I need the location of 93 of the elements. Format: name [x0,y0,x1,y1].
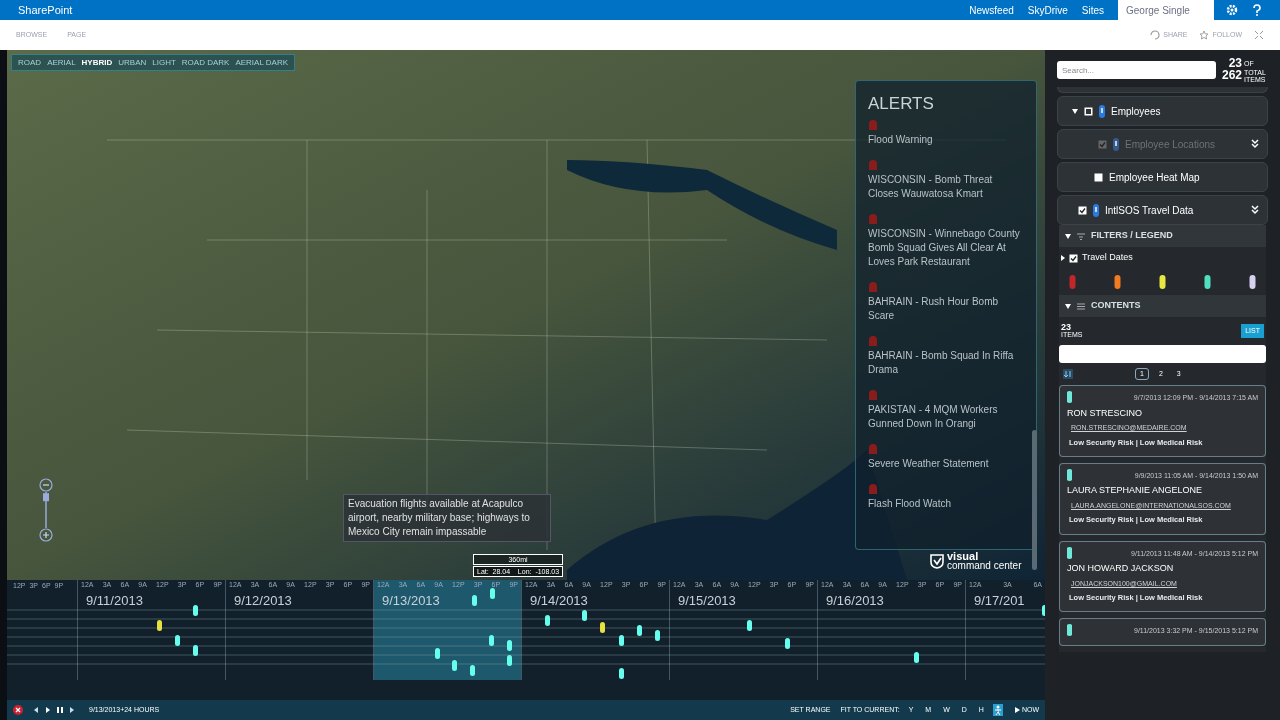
layer-row[interactable]: Employee Heat Map [1057,162,1268,192]
checkbox[interactable] [1084,106,1093,116]
date-label: 9/16/2013 [826,591,884,610]
layer-row[interactable]: Employees [1057,96,1268,126]
next-icon[interactable] [69,706,75,714]
pause-icon[interactable] [57,706,63,714]
traveler-name: LAURA STEPHANIE ANGELONE [1067,484,1204,498]
list-icon [1077,302,1085,310]
alert-icon [868,158,878,171]
caret-icon[interactable] [1061,255,1065,261]
alert-icon [868,280,878,293]
date-label: 9/12/2013 [234,591,292,610]
zoom-slider[interactable] [39,478,53,542]
filter-label: Travel Dates [1082,251,1133,265]
focus-icon[interactable] [1254,30,1264,40]
map-style-button[interactable]: AERIAL DARK [235,56,288,69]
map-style-button[interactable]: ROAD [18,56,42,69]
map-style-button[interactable]: URBAN [118,56,147,69]
traveler-name: RON STRESCINO [1067,406,1143,420]
person-pin-icon [1067,391,1072,403]
filter-icon [1077,232,1085,240]
alert-icon [868,212,878,225]
caret-icon[interactable] [1065,233,1071,239]
date-label: 9/14/2013 [530,591,588,610]
map-placeholder[interactable] [7,50,1045,580]
person-pin-icon [1067,546,1072,559]
legend-pin-icon [1159,275,1166,289]
alert-title[interactable]: BAHRAIN - Bomb Squad In Riffa Drama [868,348,1024,377]
layer-label: IntlSOS Travel Data [1105,203,1195,218]
date-label: 9/15/2013 [678,591,736,610]
previous-icon[interactable] [33,706,39,714]
item-count: 23 [1227,57,1242,69]
alerts-title: ALERTS [868,93,935,115]
alert-icon [868,388,878,401]
caret-icon[interactable] [1072,108,1078,114]
legend-pin-icon [1069,275,1076,289]
layer-label: Employee Heat Map [1109,170,1201,185]
layer-row[interactable]: IntlSOS Travel Data [1057,195,1268,225]
legend-pin-icon [1114,275,1121,289]
filter-field[interactable] [1059,345,1266,363]
brand-name[interactable]: SharePoint [18,1,73,19]
traveler-name: JON HOWARD JACKSON [1067,562,1175,575]
alert-title[interactable]: Flood Warning [868,132,1024,147]
play-icon [1014,707,1020,713]
logo-text: visual [947,552,979,561]
person-pin-icon [1067,624,1072,637]
map-style-button[interactable]: ROAD DARK [181,56,230,69]
nav-link[interactable]: Newsfeed [969,2,1014,18]
checkbox[interactable] [1094,172,1103,182]
chevron-icon[interactable] [1251,205,1259,215]
legend-pin-icon [1249,275,1256,289]
alert-icon [868,442,878,455]
alert-title[interactable]: WISCONSIN - Winnebago County Bomb Squad Gives All Clear At Loves Park Restaurant [868,226,1024,269]
map-style-button[interactable]: LIGHT [152,56,176,69]
logo-text: command center [947,561,1022,570]
date-label: 9/13/2013 [382,591,440,610]
alert-title[interactable]: WISCONSIN - Bomb Threat Closes Wauwatosa Kmart [868,172,1024,201]
sort-icon[interactable] [1063,369,1073,379]
person-icon[interactable] [992,704,1003,716]
shield-logo-icon [929,553,945,569]
settings-icon[interactable] [1226,4,1238,16]
map-style-button[interactable]: HYBRID [81,56,113,69]
map-tooltip: Evacuation flights available at Acapulco airport, nearby military base; highways to Mexico City remain impassable [343,494,551,542]
date-label: 9/11/2013 [86,591,143,610]
person-pin-icon [1067,468,1072,481]
alert-title[interactable]: PAKISTAN - 4 MQM Workers Gunned Down In Orangi [868,402,1024,431]
alert-title[interactable]: Severe Weather Statement [868,456,1024,471]
date-label: 9/17/201 [974,591,1025,610]
alert-title[interactable]: Flash Flood Watch [868,496,1024,511]
star-icon [1199,30,1210,40]
alert-icon [868,334,878,347]
play-icon[interactable] [45,706,51,714]
share-icon [1150,30,1161,40]
item-count: 23 [1061,323,1072,331]
legend-pin-icon [1204,275,1211,289]
layer-label: Employee Locations [1125,137,1217,152]
user-menu[interactable]: George Single [1118,0,1214,20]
map-style-button[interactable]: AERIAL [47,56,76,69]
nav-link[interactable]: Sites [1081,2,1104,18]
alert-icon [868,118,878,131]
checkbox[interactable] [1078,205,1087,215]
scrollbar[interactable] [1032,430,1037,570]
layer-label: Employees [1111,104,1162,119]
total-count: 262 [1221,70,1242,81]
section-title[interactable]: CONTENTS [1091,299,1141,313]
nav-link[interactable]: SkyDrive [1027,2,1068,18]
caret-icon[interactable] [1065,303,1071,309]
search-field[interactable]: Search... [1057,61,1216,79]
alert-title[interactable]: BAHRAIN - Rush Hour Bomb Scare [868,294,1024,323]
checkbox[interactable] [1069,253,1078,263]
help-icon[interactable] [1252,4,1262,16]
alert-icon [868,482,878,495]
close-icon[interactable] [13,705,23,715]
